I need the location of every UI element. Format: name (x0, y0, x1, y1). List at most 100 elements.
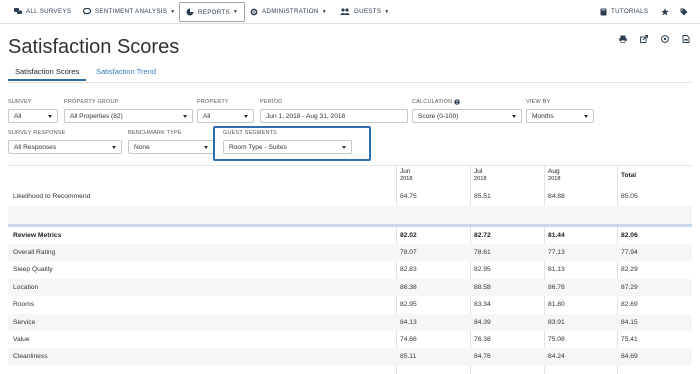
tab-satisfaction-trend[interactable]: Satisfaction Trend (96, 67, 156, 81)
calculation-select[interactable]: Score (0-100) (412, 109, 522, 123)
tags-button[interactable] (680, 0, 688, 23)
calculation-label: CALCULATION (412, 99, 453, 105)
help-icon[interactable] (661, 35, 669, 43)
guest-segments-label: GUEST SEGMENTS (223, 130, 278, 136)
guest-segments-select[interactable]: Room Type - Suites (223, 140, 352, 154)
chevron-down-icon (512, 115, 516, 118)
book-icon (600, 8, 607, 15)
property-group-select[interactable]: All Properties (82) (64, 109, 193, 123)
guest-segments-value: Room Type - Suites (229, 143, 287, 151)
chevron-down-icon (244, 115, 248, 118)
row-label: Sleep Quality (13, 266, 53, 274)
chat-bubbles-icon (14, 8, 22, 14)
cell-value: 83.34 (474, 301, 491, 309)
column-year: 2018 (548, 176, 561, 182)
cell-value: 82.29 (621, 266, 638, 274)
cell-value: 82.95 (400, 301, 417, 309)
column-header-aug[interactable]: Aug 2018 (548, 168, 560, 182)
survey-response-select[interactable]: All Responses (8, 140, 122, 154)
nav-reports-label: REPORTS (198, 8, 230, 16)
nav-guests-label: GUESTS (354, 8, 382, 15)
view-by-value: Months (532, 112, 554, 120)
cell-value: 75.41 (621, 336, 638, 344)
cell-value: 83.91 (548, 318, 565, 326)
cell-value: 84.24 (548, 353, 565, 361)
chevron-down-icon: ▼ (170, 8, 176, 15)
property-value: All (203, 112, 211, 120)
cell-value: 77.13 (548, 248, 565, 256)
view-by-select[interactable]: Months (526, 109, 594, 123)
print-icon[interactable] (619, 35, 627, 43)
property-label: PROPERTY (197, 99, 229, 105)
cell-value: 76.38 (474, 336, 491, 344)
nav-guests[interactable]: GUESTS ▼ (340, 0, 390, 23)
calculation-value: Score (0-100) (418, 112, 459, 120)
row-label: Overall Rating (13, 248, 56, 256)
cell-value: 82.83 (400, 266, 417, 274)
cell-value: 84.69 (621, 353, 638, 361)
table-row: Sleep Quality 82.83 82.95 81.13 82.29 (8, 261, 692, 279)
cell-value: 85.05 (621, 193, 638, 201)
column-month: Jun (400, 168, 411, 175)
benchmark-type-label: BENCHMARK TYPE (128, 130, 182, 136)
cell-value: 78.07 (400, 248, 417, 256)
nav-all-surveys-label: ALL SURVEYS (26, 8, 72, 15)
column-year: 2018 (474, 176, 487, 182)
chevron-down-icon: ▼ (321, 8, 327, 15)
table-row: Location 86.38 88.58 86.78 87.29 (8, 278, 692, 296)
share-icon[interactable] (640, 35, 648, 43)
pie-chart-icon (186, 8, 194, 16)
help-icon[interactable] (454, 99, 461, 105)
chevron-down-icon (342, 146, 346, 149)
column-header-jun[interactable]: Jun 2018 (400, 168, 412, 182)
column-header-jul[interactable]: Jul 2018 (474, 168, 486, 182)
column-header-total[interactable]: Total (621, 172, 636, 179)
column-year: 2018 (400, 176, 413, 182)
row-label: Value (13, 336, 30, 344)
cell-value: 88.58 (474, 283, 491, 291)
period-value: Jun 1, 2018 - Aug 31, 2018 (266, 112, 346, 120)
cell-value: 84.75 (400, 193, 417, 201)
table-spacer-row (8, 206, 692, 224)
cell-value: 81.13 (548, 266, 565, 274)
benchmark-type-select[interactable]: None (128, 140, 214, 154)
cell-value: 84.15 (621, 318, 638, 326)
nav-tutorials[interactable]: TUTORIALS (600, 0, 648, 23)
cell-value: 87.29 (621, 283, 638, 291)
nav-reports[interactable]: REPORTS ▼ (179, 2, 246, 22)
table-row-review-metrics: Review Metrics 82.02 82.72 81.44 82.06 (8, 227, 692, 245)
survey-response-value: All Responses (14, 143, 57, 151)
nav-sentiment-label: SENTIMENT ANALYSIS (95, 8, 168, 15)
period-input[interactable]: Jun 1, 2018 - Aug 31, 2018 (260, 109, 408, 123)
table-row-ltr: Likelihood to Recommend 84.75 85.51 84.8… (8, 188, 692, 206)
chevron-down-icon (112, 146, 116, 149)
nav-all-surveys[interactable]: ALL SURVEYS (14, 0, 71, 23)
nav-tutorials-label: TUTORIALS (611, 8, 649, 15)
period-label: PERIOD (260, 99, 283, 105)
cell-value: 82.72 (474, 232, 491, 240)
table-row: Cleanliness 85.11 84.76 84.24 84.69 (8, 348, 692, 366)
pdf-export-icon[interactable] (682, 35, 690, 43)
property-group-label: PROPERTY GROUP (64, 99, 119, 105)
tab-satisfaction-scores[interactable]: Satisfaction Scores (8, 67, 87, 81)
benchmark-type-value: None (134, 143, 150, 151)
property-select[interactable]: All (197, 109, 254, 123)
nav-sentiment-analysis[interactable]: SENTIMENT ANALYSIS ▼ (83, 0, 175, 23)
chevron-down-icon (183, 115, 187, 118)
row-label: Likelihood to Recommend (13, 193, 91, 201)
comment-icon (83, 8, 91, 15)
cell-value: 82.95 (474, 266, 491, 274)
cell-value: 82.06 (621, 232, 638, 240)
cell-value: 77.94 (621, 248, 638, 256)
cell-value: 85.11 (400, 353, 417, 361)
star-icon (661, 7, 669, 15)
survey-value: All (14, 112, 22, 120)
cell-value: 86.78 (548, 283, 565, 291)
property-group-value: All Properties (82) (70, 112, 123, 120)
survey-label: SURVEY (8, 99, 32, 105)
nav-administration-label: ADMINISTRATION (262, 8, 319, 15)
favorites-button[interactable] (661, 0, 669, 23)
survey-select[interactable]: All (8, 109, 58, 123)
cell-value: 81.80 (548, 301, 565, 309)
nav-administration[interactable]: ADMINISTRATION ▼ (250, 0, 327, 23)
